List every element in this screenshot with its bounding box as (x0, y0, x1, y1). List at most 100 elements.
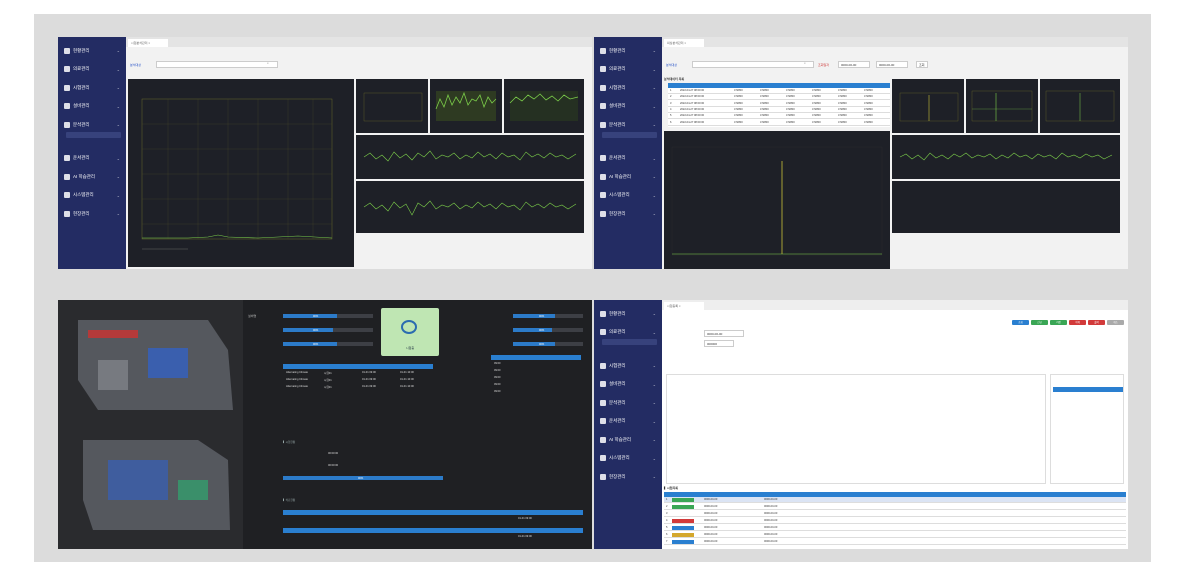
sidebar-item[interactable]: 설비관리 ⌄ (600, 101, 662, 111)
sidebar-item-label: 현황관리 (73, 47, 90, 53)
row-value: 472800 (864, 89, 873, 92)
submenu-item[interactable] (602, 346, 657, 352)
sidebar-item-label: 의료관리 (73, 66, 90, 71)
status-button[interactable]: 시험중 (381, 308, 439, 356)
sidebar-item[interactable]: 시스템관리 ⌄ (64, 190, 126, 200)
time-cell: 09:00 (494, 390, 501, 393)
row-date-end: 0000-00-00 (764, 519, 778, 522)
action-button[interactable]: 삭제 (1069, 320, 1086, 325)
action-button[interactable]: 취소 (1107, 320, 1124, 325)
chevron-down-icon: ⌄ (652, 400, 656, 405)
menu-icon (64, 155, 70, 161)
table-row[interactable]: 3 0000-00-00 0000-00-00 (664, 511, 1126, 517)
sidebar-item[interactable]: AI 학습관리 ⌄ (64, 172, 126, 182)
code-field[interactable]: 000000 (704, 340, 734, 347)
sidebar-item-label: 설비관리 (73, 103, 90, 108)
sidebar-item-label: 설비관리 (609, 103, 626, 108)
list-header (283, 364, 433, 369)
row-date-start: 0000-00-00 (704, 533, 718, 536)
main-chart-panel (664, 131, 890, 269)
action-button[interactable]: 저장 (1050, 320, 1067, 325)
table-row[interactable]: 5 0000-00-00 0000-00-00 (664, 525, 1126, 531)
sidebar-item[interactable]: 시스템관리 ⌄ (600, 190, 662, 200)
sidebar-item[interactable]: 시험관리 ⌄ (600, 361, 662, 371)
sidebar-item[interactable]: 분석관리 ⌄ (64, 120, 126, 130)
table-row[interactable]: 4 2022-04-27 08:00:00 472800 472800 472800 47… (668, 107, 890, 113)
sidebar-item[interactable]: AI 학습관리 ⌄ (600, 172, 662, 182)
list-cell: 01-01 09:00 (362, 385, 376, 388)
tab-trauma[interactable]: 외상분석관리 × (664, 39, 704, 47)
sidebar-item[interactable]: 운서관리 ⌄ (600, 416, 662, 426)
sidebar-item[interactable]: 시스템관리 ⌄ (600, 453, 662, 463)
table-row[interactable]: 1 2022-04-27 08:00:00 472800 472800 472800 47… (668, 88, 890, 94)
sidebar-item-label: 운서관리 (609, 418, 626, 423)
sidebar-item[interactable]: 분석관리 ⌄ (600, 398, 662, 408)
sidebar-item[interactable]: 설비관리 ⌄ (64, 101, 126, 111)
table-row[interactable]: 2 2022-04-27 08:00:00 472800 472800 472800 47… (668, 94, 890, 101)
row-number: 2 (670, 95, 672, 99)
menu-icon (64, 173, 70, 180)
small-chart-3 (1040, 79, 1120, 133)
search-icon[interactable]: ⌕ (267, 61, 269, 65)
sidebar-item[interactable]: 의료관리 ⌄ (64, 64, 126, 74)
sidebar-item[interactable]: 현황관리 ⌄ (64, 46, 126, 56)
row-time: 2022-04-27 08:00:00 (680, 107, 705, 111)
tab-analysis[interactable]: 시험분석관리 × (128, 39, 168, 47)
sidebar-item[interactable]: 현장관리 ⌄ (600, 472, 662, 482)
sidebar-item[interactable]: 현황관리 ⌄ (600, 46, 662, 56)
sidebar-item[interactable]: 의료관리 ⌄ (600, 64, 662, 74)
submenu-item[interactable] (602, 339, 657, 345)
row-value: 472800 (734, 101, 743, 105)
search-button[interactable]: 조회 (916, 61, 928, 68)
date-field[interactable]: 0000-00-00 (704, 330, 744, 337)
row-value: 472800 (864, 114, 873, 118)
action-button[interactable]: 출력 (1088, 320, 1105, 325)
time-cell: 09:00 (494, 376, 501, 379)
table-row[interactable]: 6 0000-00-00 0000-00-00 (664, 532, 1126, 538)
search-icon[interactable]: ⌕ (804, 61, 806, 65)
submenu-item[interactable] (602, 139, 657, 145)
search-input[interactable] (692, 61, 814, 68)
chevron-down-icon: ⌄ (116, 211, 120, 216)
screen-test-registration: 현황관리 ⌄ 의료관리 ⌄ 시험관리 ⌄ 설비관리 ⌄ 분석관리 ⌄ 운서관리 ⌄ AI 학습관리 ⌄ 시스… (594, 300, 1128, 549)
sidebar-item[interactable]: 의료관리 ⌄ (600, 327, 662, 337)
sidebar-item[interactable]: 운서관리 ⌄ (64, 153, 126, 163)
table-row[interactable]: 7 0000-00-00 0000-00-00 (664, 539, 1126, 545)
date-to[interactable]: 0000-00-00 (876, 61, 908, 68)
sidebar-item[interactable]: 시험관리 ⌄ (64, 83, 126, 93)
status-badge (672, 505, 694, 509)
sidebar-item[interactable]: 현황관리 ⌄ (600, 309, 662, 319)
tab-test-register[interactable]: 시험등록 × (664, 302, 704, 310)
table-row[interactable]: 1 0000-00-00 0000-00-00 (664, 497, 1126, 503)
sidebar-item[interactable]: 설비관리 ⌄ (600, 379, 662, 389)
submenu-item[interactable] (66, 139, 121, 145)
screen-analysis-dashboard: 현황관리 ⌄ 의료관리 ⌄ 시험관리 ⌄ 설비관리 ⌄ 분석관리 ⌄ 운서관리 ⌄ AI 학습관리 ⌄ 시스… (58, 37, 592, 269)
row-value: 472800 (864, 95, 873, 99)
table-row[interactable]: 3 2022-04-27 08:00:00 472800 472800 472800 47… (668, 101, 890, 107)
sidebar-item[interactable]: 분석관리 ⌄ (600, 120, 662, 130)
sidebar-item[interactable]: 현장관리 ⌄ (600, 209, 662, 219)
sidebar-item[interactable]: 현장관리 ⌄ (64, 209, 126, 219)
bottom-header-1 (283, 510, 583, 515)
action-button[interactable]: 조회 (1012, 320, 1029, 325)
submenu-item[interactable] (602, 131, 657, 138)
table-row[interactable]: 4 0000-00-00 0000-00-00 (664, 518, 1126, 524)
small-chart-2 (966, 79, 1038, 133)
action-button[interactable]: 신규 (1031, 320, 1048, 325)
search-input[interactable] (156, 61, 278, 68)
small-chart-2 (430, 79, 502, 133)
sidebar-item[interactable]: AI 학습관리 ⌄ (600, 435, 662, 445)
row-value: 472800 (734, 89, 743, 92)
row-number: 3 (666, 512, 668, 515)
row-date-end: 0000-00-00 (764, 505, 778, 508)
date-from[interactable]: 0000-00-00 (838, 61, 870, 68)
table-row[interactable]: 6 2022-04-27 08:00:00 472800 472800 472800 47… (668, 120, 890, 126)
table-row[interactable]: 2 0000-00-00 0000-00-00 (664, 504, 1126, 510)
table-row[interactable]: 5 2022-04-27 08:00:00 472800 472800 472800 47… (668, 113, 890, 120)
sidebar-item-label: 의료관리 (609, 66, 626, 71)
label-a: 설비명 (248, 314, 257, 318)
sidebar-item[interactable]: 시험관리 ⌄ (600, 83, 662, 93)
sidebar-item[interactable]: 운서관리 ⌄ (600, 153, 662, 163)
detail-form (666, 374, 1046, 484)
submenu-item[interactable] (66, 131, 121, 138)
